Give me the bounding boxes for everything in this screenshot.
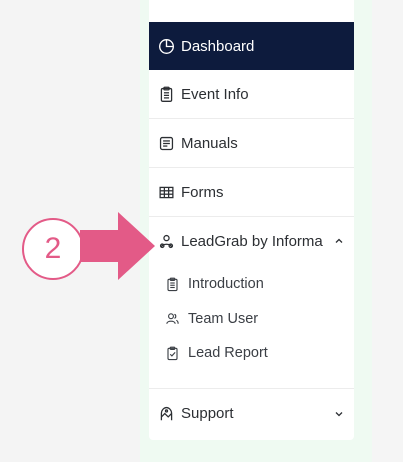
chevron-up-icon[interactable] [334, 236, 344, 246]
checklist-icon [163, 344, 181, 362]
sidebar-item-forms[interactable]: Forms [149, 168, 354, 217]
step-number-badge: 2 [22, 218, 84, 280]
sidebar-item-label: Event Info [181, 85, 249, 103]
sidebar-item-manuals[interactable]: Manuals [149, 119, 354, 168]
pointer-arrow-icon [80, 212, 155, 280]
submenu-item-label: Introduction [188, 276, 264, 293]
sidebar-item-label: Forms [181, 183, 224, 201]
sidebar-item-support[interactable]: Support [149, 389, 354, 438]
sidebar: Dashboard Event Info Manuals Forms LeadG… [149, 0, 354, 440]
chevron-down-icon[interactable] [334, 409, 344, 419]
sidebar-top [149, 0, 354, 22]
pie-chart-icon [157, 37, 175, 55]
submenu-item-label: Lead Report [188, 345, 268, 362]
users-icon [157, 232, 175, 250]
sidebar-item-leadgrab[interactable]: LeadGrab by Informa [149, 217, 354, 265]
sidebar-item-label: Dashboard [181, 37, 255, 55]
sidebar-item-label: Manuals [181, 134, 238, 152]
sidebar-item-label: LeadGrab by Informa [181, 232, 323, 250]
table-icon [157, 183, 175, 201]
sidebar-item-event-info[interactable]: Event Info [149, 70, 354, 119]
list-doc-icon [163, 275, 181, 293]
content-edge [372, 0, 403, 462]
submenu-item-team-user[interactable]: Team User [163, 302, 354, 337]
sidebar-item-dashboard[interactable]: Dashboard [149, 22, 354, 70]
screen: Dashboard Event Info Manuals Forms LeadG… [0, 0, 403, 462]
submenu-item-lead-report[interactable]: Lead Report [163, 336, 354, 371]
sidebar-item-label: Support [181, 405, 234, 422]
user-group-icon [163, 310, 181, 328]
clipboard-icon [157, 85, 175, 103]
support-icon [157, 405, 175, 423]
document-icon [157, 134, 175, 152]
submenu-item-introduction[interactable]: Introduction [163, 267, 354, 302]
submenu-item-label: Team User [188, 310, 259, 327]
leadgrab-submenu: Introduction Team User Lead Report [149, 265, 354, 389]
